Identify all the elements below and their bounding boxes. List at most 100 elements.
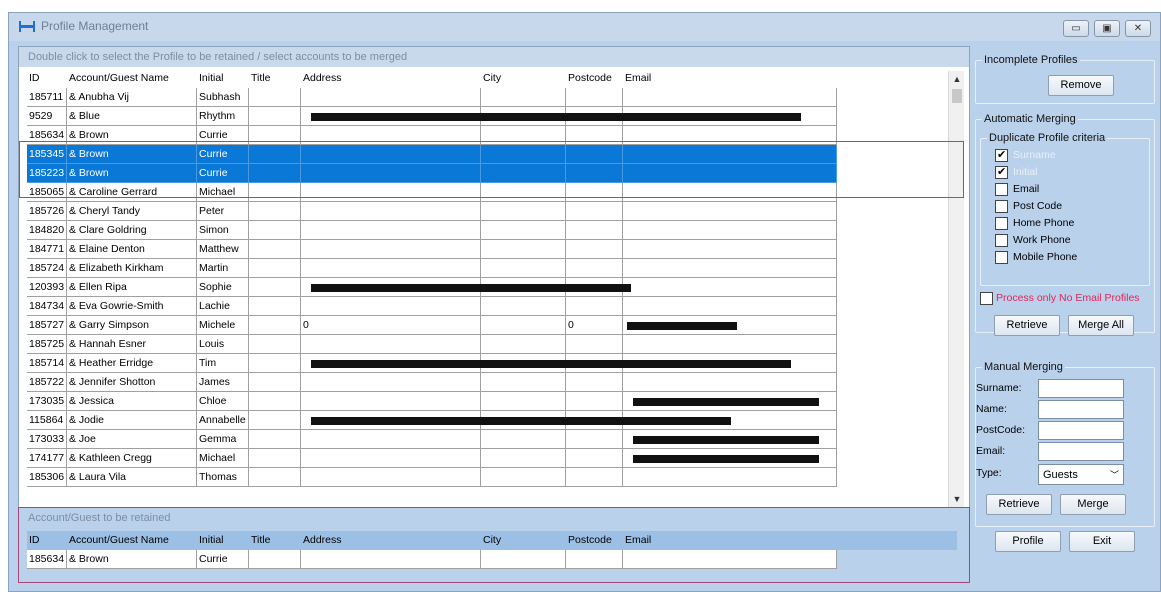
cell-title[interactable] <box>249 88 301 107</box>
column-header-initial[interactable]: Initial <box>197 531 249 550</box>
cell-title[interactable] <box>249 221 301 240</box>
cell-address[interactable]: 0 <box>301 316 481 335</box>
cell-title[interactable] <box>249 259 301 278</box>
cell-email[interactable] <box>623 278 837 297</box>
cell-address[interactable] <box>301 240 481 259</box>
cell-id[interactable]: 174177 <box>27 449 67 468</box>
auto-retrieve-button[interactable]: Retrieve <box>994 315 1060 336</box>
cell-title[interactable] <box>249 202 301 221</box>
cell-city[interactable] <box>481 240 566 259</box>
cell-city[interactable] <box>481 373 566 392</box>
cell-id[interactable]: 185727 <box>27 316 67 335</box>
cell-email[interactable] <box>623 468 837 487</box>
table-row[interactable]: 184771 & Elaine Denton Matthew <box>27 240 957 259</box>
cell-postcode[interactable] <box>566 202 623 221</box>
criteria-checkbox-work-phone[interactable] <box>995 234 1008 247</box>
cell-name[interactable]: & Ellen Ripa <box>67 278 197 297</box>
cell-id[interactable]: 120393 <box>27 278 67 297</box>
cell-id[interactable]: 184771 <box>27 240 67 259</box>
table-row[interactable]: 185306 & Laura Vila Thomas <box>27 468 957 487</box>
cell-postcode[interactable] <box>566 297 623 316</box>
cell-address[interactable] <box>301 373 481 392</box>
cell-id[interactable]: 184820 <box>27 221 67 240</box>
close-button[interactable]: ✕ <box>1125 20 1151 37</box>
cell-title[interactable] <box>249 373 301 392</box>
cell-email[interactable] <box>623 259 837 278</box>
cell-name[interactable]: & Jennifer Shotton <box>67 373 197 392</box>
column-header-city[interactable]: City <box>481 531 566 550</box>
cell-postcode[interactable] <box>566 259 623 278</box>
table-row[interactable]: 185727 & Garry Simpson Michele 0 0 <box>27 316 957 335</box>
cell-email[interactable] <box>623 202 837 221</box>
cell-postcode[interactable] <box>566 430 623 449</box>
cell-id[interactable]: 173033 <box>27 430 67 449</box>
cell-city[interactable] <box>481 297 566 316</box>
column-header-email[interactable]: Email <box>623 531 837 550</box>
cell-name[interactable]: & Jessica <box>67 392 197 411</box>
cell-initial[interactable]: Michele <box>197 316 249 335</box>
cell-title[interactable] <box>249 468 301 487</box>
cell-initial[interactable]: Simon <box>197 221 249 240</box>
cell-initial[interactable]: Matthew <box>197 240 249 259</box>
cell-city[interactable] <box>481 550 566 569</box>
column-header-address[interactable]: Address <box>301 531 481 550</box>
cell-id[interactable]: 185306 <box>27 468 67 487</box>
cell-city[interactable] <box>481 335 566 354</box>
cell-id[interactable]: 185714 <box>27 354 67 373</box>
column-header-title[interactable]: Title <box>249 531 301 550</box>
cell-address[interactable] <box>301 297 481 316</box>
cell-name[interactable]: & Eva Gowrie-Smith <box>67 297 197 316</box>
cell-initial[interactable]: Lachie <box>197 297 249 316</box>
cell-city[interactable] <box>481 202 566 221</box>
profile-button[interactable]: Profile <box>995 531 1061 552</box>
cell-id[interactable]: 185726 <box>27 202 67 221</box>
cell-postcode[interactable] <box>566 392 623 411</box>
cell-address[interactable] <box>301 88 481 107</box>
table-row[interactable]: 184734 & Eva Gowrie-Smith Lachie <box>27 297 957 316</box>
column-header-id[interactable]: ID <box>27 69 67 88</box>
cell-initial[interactable]: Tim <box>197 354 249 373</box>
cell-name[interactable]: & Brown <box>67 550 197 569</box>
cell-title[interactable] <box>249 449 301 468</box>
cell-initial[interactable]: Louis <box>197 335 249 354</box>
cell-name[interactable]: & Anubha Vij <box>67 88 197 107</box>
cell-address[interactable] <box>301 335 481 354</box>
cell-city[interactable] <box>481 221 566 240</box>
cell-initial[interactable]: Chloe <box>197 392 249 411</box>
criteria-checkbox-post-code[interactable] <box>995 200 1008 213</box>
cell-postcode[interactable] <box>566 550 623 569</box>
cell-name[interactable]: & Heather Erridge <box>67 354 197 373</box>
scroll-down-icon[interactable]: ▼ <box>949 491 965 507</box>
cell-city[interactable] <box>481 430 566 449</box>
cell-initial[interactable]: Sophie <box>197 278 249 297</box>
restore-button[interactable]: ▣ <box>1094 20 1120 37</box>
manual-retrieve-button[interactable]: Retrieve <box>986 494 1052 515</box>
table-row[interactable]: 184820 & Clare Goldring Simon <box>27 221 957 240</box>
column-header-email[interactable]: Email <box>623 69 837 88</box>
cell-initial[interactable]: Martin <box>197 259 249 278</box>
cell-city[interactable] <box>481 468 566 487</box>
surname-field[interactable] <box>1038 379 1124 398</box>
cell-postcode[interactable] <box>566 240 623 259</box>
table-row[interactable]: 185724 & Elizabeth Kirkham Martin <box>27 259 957 278</box>
table-row[interactable]: 185726 & Cheryl Tandy Peter <box>27 202 957 221</box>
cell-address[interactable] <box>301 259 481 278</box>
cell-title[interactable] <box>249 550 301 569</box>
cell-address[interactable] <box>301 392 481 411</box>
remove-button[interactable]: Remove <box>1048 75 1114 96</box>
column-header-name[interactable]: Account/Guest Name <box>67 531 197 550</box>
cell-initial[interactable]: Rhythm <box>197 107 249 126</box>
cell-initial[interactable]: Michael <box>197 449 249 468</box>
minimize-button[interactable]: ▭ <box>1063 20 1089 37</box>
cell-city[interactable] <box>481 449 566 468</box>
postcode-field[interactable] <box>1038 421 1124 440</box>
cell-email[interactable] <box>623 221 837 240</box>
type-select[interactable]: Guests ﹀ <box>1038 464 1124 485</box>
cell-title[interactable] <box>249 278 301 297</box>
scroll-up-icon[interactable]: ▲ <box>949 71 965 87</box>
cell-id[interactable]: 115864 <box>27 411 67 430</box>
cell-address[interactable] <box>301 550 481 569</box>
cell-id[interactable]: 185725 <box>27 335 67 354</box>
column-header-initial[interactable]: Initial <box>197 69 249 88</box>
cell-title[interactable] <box>249 354 301 373</box>
